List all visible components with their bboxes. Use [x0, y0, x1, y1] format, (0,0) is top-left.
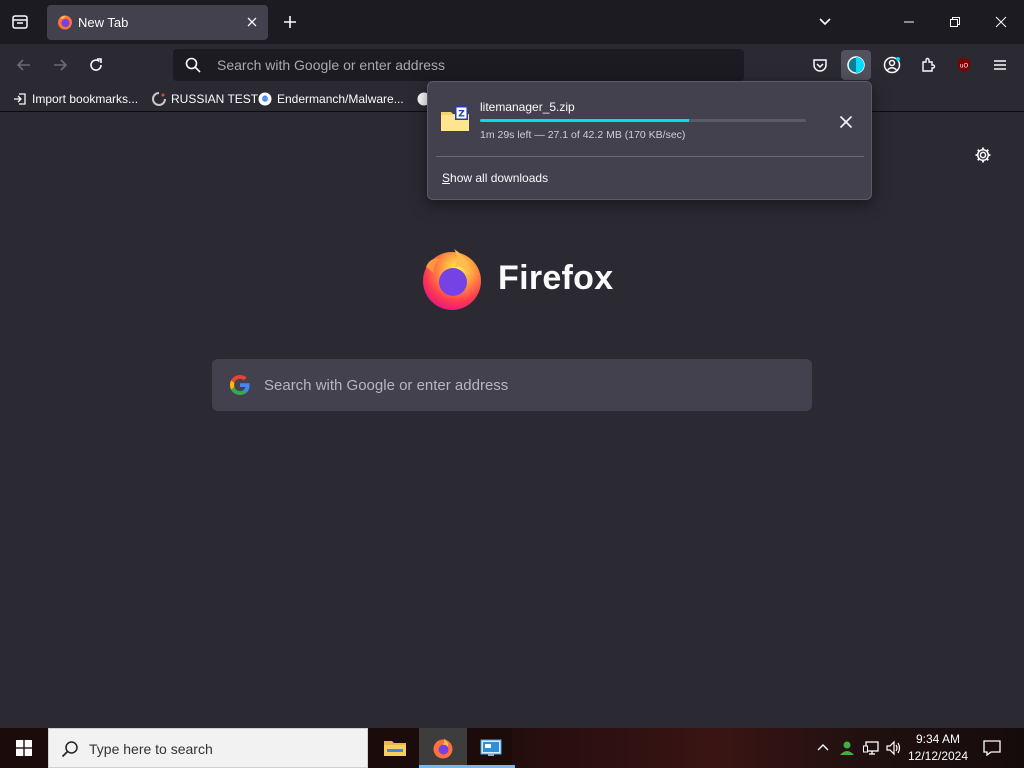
download-progress-fill: [480, 119, 690, 122]
firefox-favicon-icon: [58, 15, 72, 30]
clock-time: 9:34 AM: [915, 732, 961, 746]
svg-text:Z: Z: [458, 110, 465, 120]
search-icon: [185, 57, 201, 73]
chevron-up-icon: [817, 744, 829, 751]
restore-icon: [950, 17, 960, 27]
svg-text:uO: uO: [960, 63, 969, 70]
bookmark-label: Import bookmarks...: [32, 92, 139, 106]
account-icon: [883, 56, 901, 74]
access-key: S: [442, 171, 451, 185]
account-button[interactable]: [877, 50, 907, 80]
puzzle-icon: [922, 57, 936, 72]
download-progress-bar: [480, 119, 806, 122]
address-input[interactable]: [217, 49, 717, 81]
reload-icon: [90, 58, 102, 71]
bookmark-label: Endermanch/Malware...: [277, 92, 404, 106]
site-favicon-icon: [151, 91, 167, 107]
minimize-button[interactable]: [886, 0, 932, 44]
minimize-icon: [904, 21, 914, 23]
show-all-downloads-button[interactable]: Show all downloads: [442, 171, 548, 185]
download-file-name: litemanager_5.zip: [480, 100, 575, 114]
tray-user-status[interactable]: [836, 728, 858, 768]
start-button[interactable]: [0, 728, 48, 768]
firefox-view-button[interactable]: [8, 10, 32, 34]
close-icon: [995, 16, 1007, 28]
taskbar-remote-app[interactable]: [467, 728, 515, 768]
file-explorer-icon: [384, 741, 406, 756]
show-all-label: how all downloads: [450, 171, 549, 185]
zip-file-icon: Z: [441, 106, 469, 131]
google-logo-icon: [230, 375, 250, 395]
extensions-button[interactable]: [913, 50, 943, 80]
divider: [436, 156, 864, 157]
tab-strip: New Tab: [0, 0, 1024, 44]
gear-icon: [975, 147, 991, 163]
back-button[interactable]: [11, 52, 37, 78]
firefox-logo: Firefox: [420, 245, 613, 311]
close-icon: [839, 115, 853, 129]
arrow-right-icon: [54, 59, 68, 71]
tab-new-tab[interactable]: New Tab: [47, 5, 268, 40]
new-tab-search-input[interactable]: [264, 359, 784, 411]
firefox-window: New Tab Search with Google or enter addr…: [0, 0, 1024, 768]
arrow-left-icon: [16, 59, 30, 71]
download-status: 1m 29s left — 27.1 of 42.2 MB (170 KB/se…: [480, 129, 686, 141]
pocket-icon: [813, 59, 827, 72]
tray-volume[interactable]: [882, 728, 904, 768]
reload-button[interactable]: [83, 52, 109, 78]
windows-taskbar: Type here to search 9:34 AM 12/12/2024: [0, 728, 1024, 768]
download-item[interactable]: Z litemanager_5.zip 1m 29s left — 27.1 o…: [436, 90, 864, 152]
bookmark-import[interactable]: Import bookmarks...: [12, 90, 138, 108]
bookmark-label: RUSSIAN TEST: [171, 92, 259, 106]
plus-icon: [284, 16, 296, 28]
google-favicon-icon: [257, 91, 273, 107]
action-center-button[interactable]: [978, 728, 1006, 768]
firefox-view-icon: [12, 15, 28, 29]
taskbar-clock[interactable]: 9:34 AM 12/12/2024: [904, 731, 972, 765]
tray-network[interactable]: [860, 728, 882, 768]
forward-button[interactable]: [47, 52, 73, 78]
cancel-download-button[interactable]: [836, 112, 856, 132]
notification-icon: [983, 740, 1001, 756]
address-bar[interactable]: [173, 49, 744, 81]
downloads-panel: Z litemanager_5.zip 1m 29s left — 27.1 o…: [427, 81, 872, 200]
bookmark-endermanch-malware[interactable]: Endermanch/Malware...: [257, 90, 404, 108]
firefox-wordmark: Firefox: [498, 258, 614, 297]
downloads-button[interactable]: [841, 50, 871, 80]
speaker-icon: [886, 740, 901, 756]
new-tab-search-box[interactable]: [212, 359, 812, 411]
tab-close-button[interactable]: [244, 14, 260, 30]
download-progress-icon: [847, 56, 865, 74]
windows-logo-icon: [16, 740, 32, 756]
user-status-icon: [840, 741, 854, 755]
chevron-down-icon: [819, 18, 831, 26]
firefox-logo-icon: [423, 249, 481, 310]
remote-control-app-icon: [480, 739, 502, 756]
taskbar-search-box[interactable]: Type here to search: [48, 728, 368, 768]
new-tab-page: Firefox: [0, 113, 1024, 728]
clock-date: 12/12/2024: [907, 749, 969, 763]
show-hidden-icons-button[interactable]: [813, 728, 833, 768]
search-icon: [61, 741, 78, 758]
app-menu-button[interactable]: [985, 50, 1015, 80]
ublock-origin-button[interactable]: uO: [949, 50, 979, 80]
network-icon: [863, 741, 879, 755]
taskbar-firefox[interactable]: [419, 728, 467, 768]
pocket-button[interactable]: [805, 50, 835, 80]
navigation-toolbar: uO: [0, 44, 1024, 86]
ublock-origin-icon: uO: [958, 58, 970, 72]
list-all-tabs-button[interactable]: [817, 14, 833, 30]
personalize-button[interactable]: [972, 144, 994, 166]
restore-button[interactable]: [932, 0, 978, 44]
bookmark-russian-test[interactable]: RUSSIAN TEST: [151, 90, 258, 108]
taskbar-file-explorer[interactable]: [371, 728, 419, 768]
tab-title: New Tab: [78, 15, 129, 30]
hamburger-menu-icon: [994, 60, 1006, 70]
import-icon: [12, 91, 28, 107]
close-icon: [247, 17, 257, 27]
close-window-button[interactable]: [978, 0, 1024, 44]
taskbar-search-placeholder: Type here to search: [89, 741, 213, 757]
new-tab-button[interactable]: [280, 12, 300, 32]
firefox-icon: [433, 738, 453, 759]
